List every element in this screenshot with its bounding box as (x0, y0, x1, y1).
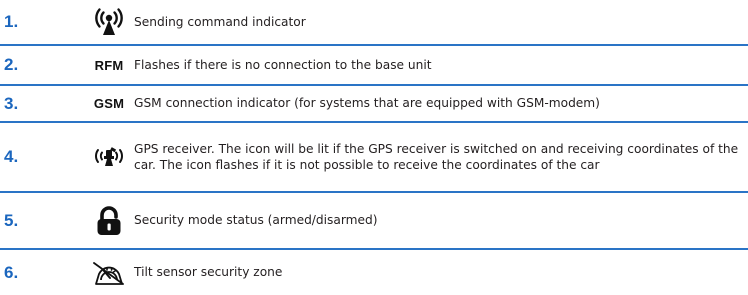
row-description: Tilt sensor security zone (134, 265, 283, 280)
row-number: 5. (4, 210, 19, 230)
rfm-text: RFM (94, 57, 124, 73)
row-number: 1. (4, 12, 19, 31)
row-description: Security mode status (armed/disarmed) (134, 213, 378, 228)
row-description: Flashes if there is no connection to the… (134, 57, 432, 72)
row-description: GSM connection indicator (for systems th… (134, 96, 600, 111)
gps-satellite-icon (92, 146, 126, 168)
gsm-label: GSM (92, 96, 126, 111)
gsm-text: GSM (93, 96, 125, 111)
legend-row-6: 6. Tilt sensor security zone (0, 250, 748, 295)
padlock-open-icon (92, 205, 126, 236)
row-description: GPS receiver. The icon will be lit if th… (134, 141, 739, 173)
row-number: 4. (4, 147, 19, 166)
rfm-label: RFM (92, 58, 126, 73)
row-number: 3. (4, 93, 19, 113)
antenna-signal-icon (92, 7, 126, 37)
row-number: 6. (4, 262, 19, 282)
tilt-sensor-icon (92, 260, 126, 286)
legend-row-2: 2. RFM Flashes if there is no connection… (0, 46, 748, 86)
legend-row-1: 1. Sending command indicator (0, 0, 748, 46)
legend-row-3: 3. GSM GSM connection indicator (for sys… (0, 86, 748, 123)
legend-row-4: 4. GPS receiver. The icon will be lit if… (0, 123, 748, 193)
indicator-legend-table: 1. Sending command indicator 2. RFM Flas… (0, 0, 748, 295)
row-description: Sending command indicator (134, 14, 306, 29)
row-number: 2. (4, 55, 19, 74)
legend-row-5: 5. Security mode status (armed/disarmed) (0, 193, 748, 250)
